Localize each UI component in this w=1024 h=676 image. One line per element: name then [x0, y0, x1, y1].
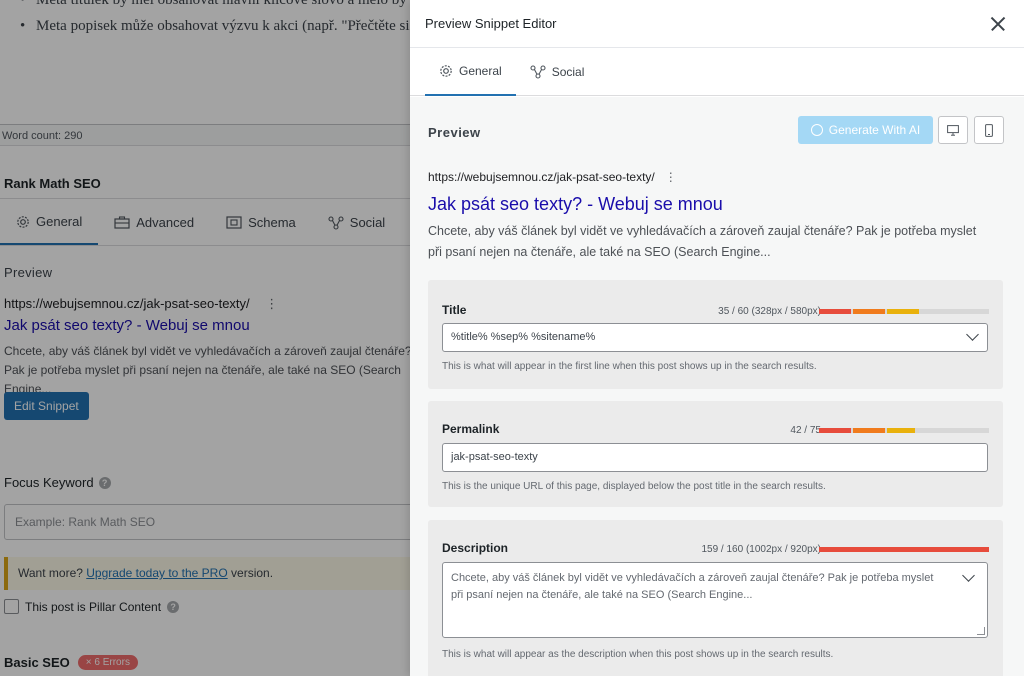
- meter-segment: [853, 309, 885, 314]
- description-hint: This is what will appear as the descript…: [442, 649, 834, 660]
- chevron-down-icon[interactable]: [966, 328, 979, 341]
- title-field-card: Title 35 / 60 (328px / 580px) %title% %s…: [428, 280, 1003, 389]
- meter-segment: [955, 547, 989, 552]
- meter-segment: [887, 309, 919, 314]
- permalink-hint: This is the unique URL of this page, dis…: [442, 481, 826, 492]
- gear-icon: [440, 65, 452, 77]
- serp-url: https://webujsemnou.cz/jak-psat-seo-text…: [428, 170, 677, 184]
- meter-segment: [819, 547, 851, 552]
- serp-url-text: https://webujsemnou.cz/jak-psat-seo-text…: [428, 170, 655, 184]
- permalink-length-meter: [819, 428, 989, 433]
- more-icon: ⋮: [664, 170, 677, 184]
- permalink-input[interactable]: jak-psat-seo-texty: [442, 443, 988, 472]
- title-value: %title% %sep% %sitename%: [451, 331, 596, 343]
- meter-segment: [819, 309, 851, 314]
- preview-snippet-editor: Preview Snippet Editor General Social Pr…: [410, 0, 1024, 676]
- desktop-icon: [947, 124, 959, 136]
- title-length-meter: [819, 309, 989, 314]
- tab-label: Social: [551, 65, 585, 79]
- title-hint: This is what will appear in the first li…: [442, 361, 817, 372]
- tab-social[interactable]: Social: [516, 48, 599, 96]
- ai-icon: [810, 124, 823, 136]
- permalink-value: jak-psat-seo-texty: [451, 451, 538, 463]
- share-icon: [530, 65, 546, 79]
- serp-description: Chcete, aby váš článek byl vidět ve vyhl…: [428, 224, 977, 259]
- title-char-count: 35 / 60 (328px / 580px): [718, 306, 821, 317]
- description-field-label: Description: [442, 541, 509, 555]
- meter-segment: [921, 547, 953, 552]
- description-field-card: Description 159 / 160 (1002px / 920px) C…: [428, 520, 1003, 676]
- panel-tabs: General Social: [410, 48, 1024, 96]
- tab-label: General: [459, 64, 502, 78]
- serp-title: Jak psát seo texty? - Webuj se mnou: [428, 194, 723, 214]
- permalink-field-card: Permalink 42 / 75 jak-psat-seo-texty Thi…: [428, 401, 1003, 507]
- mobile-preview-button[interactable]: [974, 116, 1004, 144]
- title-field-label: Title: [442, 303, 467, 317]
- permalink-char-count: 42 / 75: [790, 425, 821, 436]
- preview-label: Preview: [428, 125, 481, 140]
- description-char-count: 159 / 160 (1002px / 920px): [701, 544, 821, 555]
- generate-with-ai-button[interactable]: Generate With AI: [798, 116, 933, 144]
- modal-overlay[interactable]: [0, 0, 410, 676]
- permalink-field-label: Permalink: [442, 422, 500, 436]
- tab-general[interactable]: General: [425, 48, 516, 96]
- meter-segment: [887, 547, 919, 552]
- panel-header: Preview Snippet Editor: [410, 0, 1024, 48]
- resize-handle[interactable]: [977, 627, 985, 635]
- panel-title: Preview Snippet Editor: [425, 16, 557, 31]
- description-placeholder: Chcete, aby váš článek byl vidět ve vyhl…: [451, 572, 934, 601]
- description-length-meter: [819, 547, 989, 552]
- generate-with-ai-label: Generate With AI: [828, 123, 921, 137]
- mobile-icon: [985, 123, 993, 137]
- chevron-down-icon[interactable]: [962, 569, 975, 582]
- meter-segment: [819, 428, 851, 433]
- title-select[interactable]: %title% %sep% %sitename%: [442, 323, 988, 352]
- description-textarea[interactable]: Chcete, aby váš článek byl vidět ve vyhl…: [442, 562, 988, 638]
- meter-segment: [853, 547, 885, 552]
- meter-segment: [887, 428, 915, 433]
- panel-body: Preview Generate With AI https://webujse…: [410, 97, 1024, 676]
- desktop-preview-button[interactable]: [938, 116, 968, 144]
- close-icon[interactable]: [986, 12, 1010, 36]
- meter-segment: [853, 428, 885, 433]
